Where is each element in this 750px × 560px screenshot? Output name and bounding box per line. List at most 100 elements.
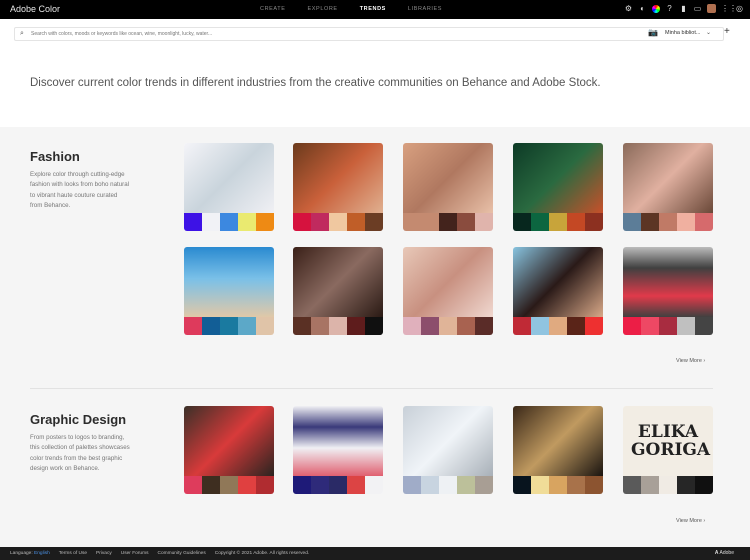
color-swatch[interactable] (421, 476, 439, 494)
color-swatch[interactable] (238, 476, 256, 494)
color-swatch[interactable] (403, 213, 421, 231)
color-wheel-icon[interactable] (652, 5, 660, 13)
color-swatch[interactable] (641, 317, 659, 335)
color-swatch[interactable] (365, 317, 383, 335)
color-swatch[interactable] (585, 476, 603, 494)
theme-card[interactable]: ELIKA GORIGA (623, 406, 713, 494)
color-swatch[interactable] (475, 476, 493, 494)
color-swatch[interactable] (329, 476, 347, 494)
chevron-down-icon[interactable]: ⌄ (706, 29, 711, 36)
color-swatch[interactable] (531, 476, 549, 494)
color-swatch[interactable] (695, 476, 713, 494)
color-swatch[interactable] (457, 317, 475, 335)
footer-link-privacy[interactable]: Privacy (96, 551, 112, 556)
color-swatch[interactable] (567, 317, 585, 335)
nav-explore[interactable]: EXPLORE (308, 6, 338, 12)
theme-card[interactable] (293, 406, 383, 494)
color-swatch[interactable] (347, 476, 365, 494)
color-swatch[interactable] (220, 476, 238, 494)
apps-grid-icon[interactable]: ⋮⋮ (721, 4, 737, 13)
nav-create[interactable]: CREATE (260, 6, 286, 12)
color-swatch[interactable] (347, 213, 365, 231)
library-select[interactable]: Minha bibliot... (665, 30, 700, 36)
color-swatch[interactable] (585, 317, 603, 335)
nav-trends[interactable]: TRENDS (360, 6, 386, 12)
adobe-logo[interactable]: 𝐀 Adobe (715, 550, 734, 556)
color-swatch[interactable] (184, 317, 202, 335)
footer-link-forums[interactable]: User Forums (121, 551, 149, 556)
color-swatch[interactable] (421, 213, 439, 231)
color-swatch[interactable] (403, 317, 421, 335)
color-swatch[interactable] (659, 476, 677, 494)
color-swatch[interactable] (585, 213, 603, 231)
color-swatch[interactable] (202, 213, 220, 231)
color-swatch[interactable] (623, 476, 641, 494)
color-swatch[interactable] (329, 213, 347, 231)
color-swatch[interactable] (531, 213, 549, 231)
theme-card[interactable] (513, 247, 603, 335)
footer-link-terms[interactable]: Terms of Use (59, 551, 87, 556)
footer-link-guidelines[interactable]: Community Guidelines (157, 551, 205, 556)
color-swatch[interactable] (695, 213, 713, 231)
color-swatch[interactable] (567, 213, 585, 231)
theme-card[interactable] (184, 247, 274, 335)
avatar[interactable] (707, 4, 716, 13)
theme-card[interactable] (623, 247, 713, 335)
theme-card[interactable] (403, 406, 493, 494)
color-swatch[interactable] (439, 476, 457, 494)
color-swatch[interactable] (439, 317, 457, 335)
settings-icon[interactable]: ⚙ (624, 4, 633, 13)
theme-card[interactable] (403, 143, 493, 231)
camera-icon[interactable]: 📷 (648, 28, 658, 37)
theme-card[interactable] (513, 406, 603, 494)
color-swatch[interactable] (256, 317, 274, 335)
view-more-graphic-design[interactable]: View More › (676, 518, 705, 524)
color-swatch[interactable] (567, 476, 585, 494)
color-swatch[interactable] (677, 213, 695, 231)
color-swatch[interactable] (513, 213, 531, 231)
app-title[interactable]: Adobe Color (10, 4, 60, 14)
color-swatch[interactable] (531, 317, 549, 335)
theme-card[interactable] (623, 143, 713, 231)
color-swatch[interactable] (311, 317, 329, 335)
theme-card[interactable] (403, 247, 493, 335)
language-link[interactable]: English (34, 551, 50, 556)
color-swatch[interactable] (475, 317, 493, 335)
color-swatch[interactable] (311, 476, 329, 494)
color-swatch[interactable] (677, 476, 695, 494)
color-swatch[interactable] (293, 476, 311, 494)
learn-icon[interactable]: ▮ (679, 4, 688, 13)
color-swatch[interactable] (457, 476, 475, 494)
color-swatch[interactable] (256, 476, 274, 494)
color-swatch[interactable] (623, 317, 641, 335)
color-swatch[interactable] (184, 476, 202, 494)
theme-card[interactable] (293, 143, 383, 231)
color-swatch[interactable] (641, 476, 659, 494)
help-icon[interactable]: ? (665, 4, 674, 13)
color-swatch[interactable] (293, 213, 311, 231)
color-swatch[interactable] (329, 317, 347, 335)
color-swatch[interactable] (421, 317, 439, 335)
color-swatch[interactable] (475, 213, 493, 231)
color-swatch[interactable] (238, 317, 256, 335)
color-swatch[interactable] (695, 317, 713, 335)
color-swatch[interactable] (220, 213, 238, 231)
color-swatch[interactable] (238, 213, 256, 231)
color-swatch[interactable] (365, 476, 383, 494)
search-input[interactable]: ⌕ Search with colors, moods or keywords … (14, 27, 724, 41)
theme-card[interactable] (184, 143, 274, 231)
color-swatch[interactable] (220, 317, 238, 335)
color-swatch[interactable] (659, 213, 677, 231)
color-swatch[interactable] (365, 213, 383, 231)
color-swatch[interactable] (457, 213, 475, 231)
color-swatch[interactable] (641, 213, 659, 231)
color-swatch[interactable] (659, 317, 677, 335)
color-swatch[interactable] (184, 213, 202, 231)
color-swatch[interactable] (549, 476, 567, 494)
color-swatch[interactable] (311, 213, 329, 231)
color-swatch[interactable] (256, 213, 274, 231)
color-swatch[interactable] (202, 476, 220, 494)
color-swatch[interactable] (403, 476, 421, 494)
view-more-fashion[interactable]: View More › (676, 358, 705, 364)
color-swatch[interactable] (202, 317, 220, 335)
